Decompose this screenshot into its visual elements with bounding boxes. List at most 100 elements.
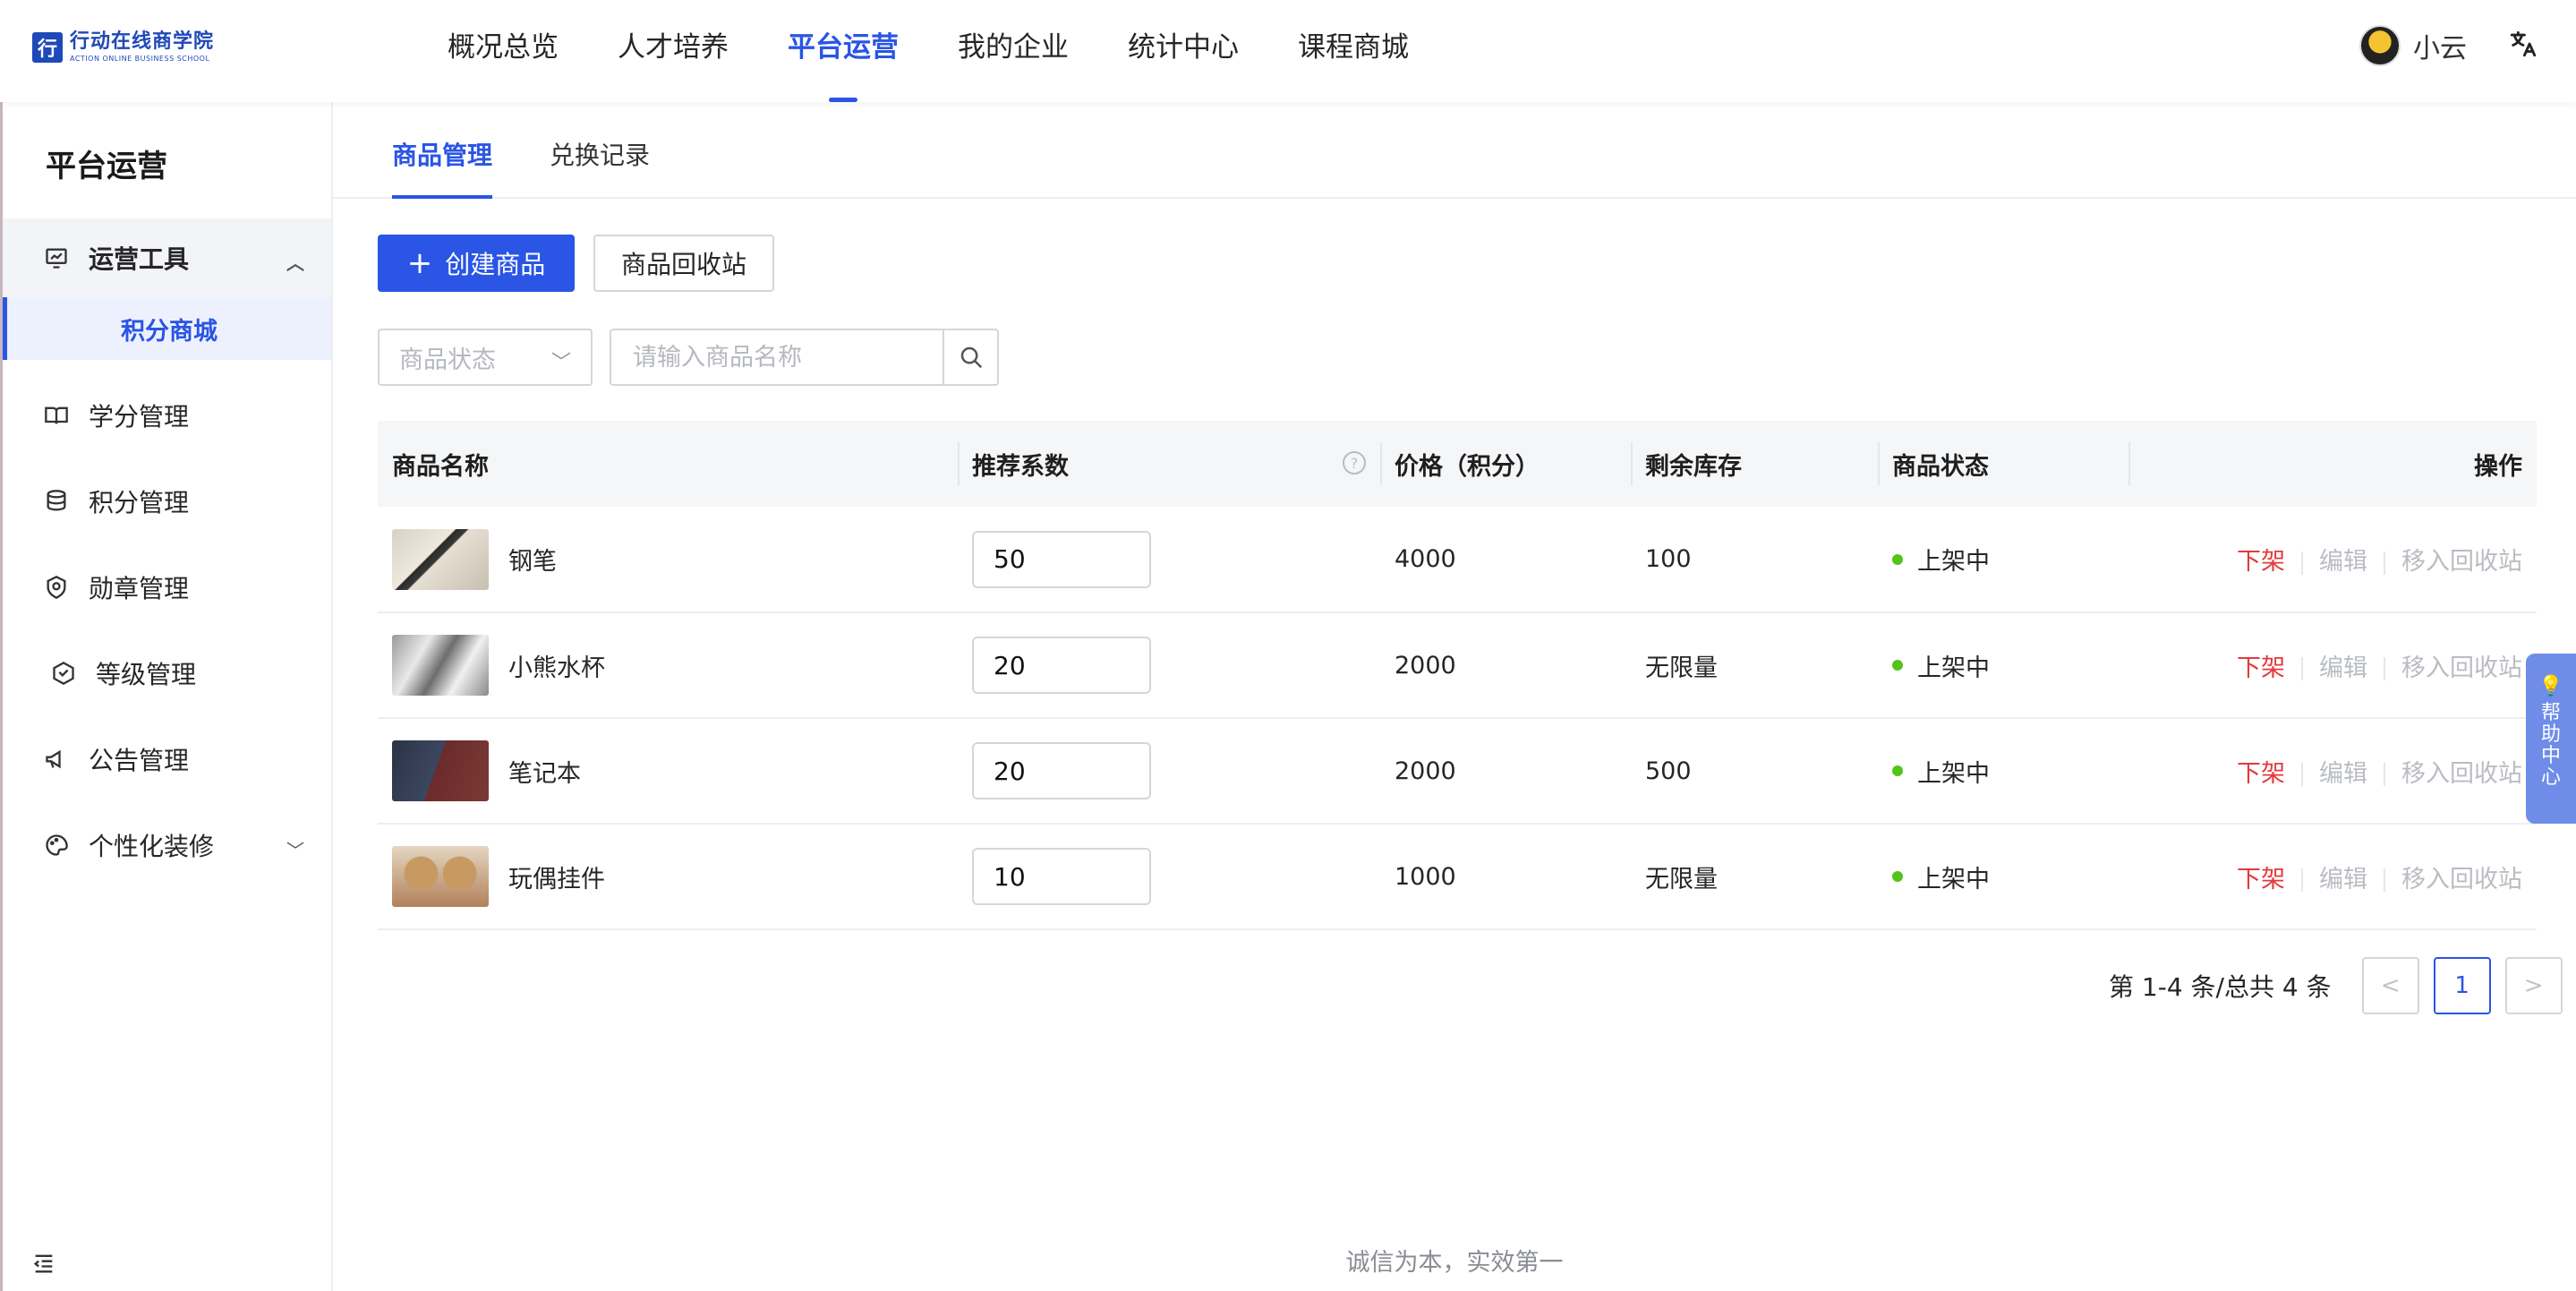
product-name: 钢笔 xyxy=(508,548,557,576)
col-price: 价格（积分） xyxy=(1380,421,1631,507)
status-dot xyxy=(1892,871,1903,882)
chevron-up-icon: ︿ xyxy=(286,252,304,274)
offline-button[interactable]: 下架 xyxy=(2237,548,2285,576)
user-menu[interactable]: 小云 xyxy=(2359,25,2467,66)
sidebar-item-credits[interactable]: 学分管理 xyxy=(3,372,331,458)
coef-input[interactable] xyxy=(972,848,1151,905)
sidebar-item-levels[interactable]: 等级管理 xyxy=(3,630,331,716)
nav-talent[interactable]: 人才培养 xyxy=(618,0,729,102)
status-dot xyxy=(1892,553,1903,565)
sidebar-item-announcements[interactable]: 公告管理 xyxy=(3,716,331,802)
create-product-button[interactable]: + 创建商品 xyxy=(378,235,575,292)
user-name: 小云 xyxy=(2413,33,2467,64)
next-page-button[interactable]: > xyxy=(2504,957,2563,1014)
table-row: 钢笔 4000 100 上架中 下架 编辑 移入回收站 xyxy=(378,507,2537,612)
product-thumbnail xyxy=(392,740,489,801)
status-text: 上架中 xyxy=(1917,759,1990,788)
pagination-info: 第 1-4 条/总共 4 条 xyxy=(2109,972,2332,1002)
coef-input[interactable] xyxy=(972,530,1151,588)
megaphone-icon xyxy=(44,747,69,772)
sidebar-item-ops-tools[interactable]: 运营工具 ︿ xyxy=(3,218,331,297)
offline-button[interactable]: 下架 xyxy=(2237,866,2285,893)
edit-button[interactable]: 编辑 xyxy=(2319,760,2367,788)
avatar xyxy=(2359,25,2401,66)
page-1-button[interactable]: 1 xyxy=(2433,957,2491,1014)
logo-subtitle: ACTION ONLINE BUSINESS SCHOOL xyxy=(70,55,210,63)
col-stock: 剩余库存 xyxy=(1631,421,1878,507)
sidebar-item-label: 学分管理 xyxy=(89,402,190,432)
logo-title: 行动在线商学院 xyxy=(70,30,215,53)
sidebar-menu: 运营工具 ︿ 积分商城 学分管理 积分管理 勋章管理 等级管理 公告管理 个性化… xyxy=(3,218,331,888)
price: 2000 xyxy=(1395,757,1456,785)
lightbulb-icon: 💡 xyxy=(2538,675,2563,697)
stock: 无限量 xyxy=(1645,865,1718,893)
product-table: 商品名称 推荐系数? 价格（积分） 剩余库存 商品状态 操作 钢笔 4000 1… xyxy=(378,421,2537,930)
move-to-recycle-button[interactable]: 移入回收站 xyxy=(2401,548,2522,576)
sidebar-title: 平台运营 xyxy=(46,149,167,184)
offline-button[interactable]: 下架 xyxy=(2237,760,2285,788)
logo[interactable]: 行 行动在线商学院 ACTION ONLINE BUSINESS SCHOOL xyxy=(32,32,214,63)
edit-button[interactable]: 编辑 xyxy=(2319,548,2367,576)
sidebar-item-label: 个性化装修 xyxy=(89,832,215,861)
move-to-recycle-button[interactable]: 移入回收站 xyxy=(2401,760,2522,788)
tab-redeem-records[interactable]: 兑换记录 xyxy=(550,136,650,172)
sidebar-item-medals[interactable]: 勋章管理 xyxy=(3,544,331,630)
search-box xyxy=(610,329,999,386)
prev-page-button[interactable]: < xyxy=(2361,957,2419,1014)
help-center-button[interactable]: 💡 帮助中心 xyxy=(2526,654,2576,824)
level-shield-icon xyxy=(51,661,76,686)
price: 4000 xyxy=(1395,545,1456,573)
nav-course-mall[interactable]: 课程商城 xyxy=(1298,0,1409,102)
top-navbar: 行 行动在线商学院 ACTION ONLINE BUSINESS SCHOOL … xyxy=(0,0,2576,102)
tab-indicator xyxy=(392,195,492,199)
sidebar-item-label: 勋章管理 xyxy=(89,574,190,603)
edit-button[interactable]: 编辑 xyxy=(2319,654,2367,682)
coef-input[interactable] xyxy=(972,637,1151,694)
col-status: 商品状态 xyxy=(1878,421,2128,507)
search-icon[interactable] xyxy=(943,330,997,384)
product-name: 玩偶挂件 xyxy=(508,865,605,893)
move-to-recycle-button[interactable]: 移入回收站 xyxy=(2401,866,2522,893)
collapse-sidebar-icon[interactable] xyxy=(31,1251,56,1282)
col-actions: 操作 xyxy=(2128,421,2537,507)
product-thumbnail xyxy=(392,846,489,907)
book-icon xyxy=(44,403,69,428)
status-dot xyxy=(1892,660,1903,671)
product-thumbnail xyxy=(392,635,489,696)
stock: 无限量 xyxy=(1645,654,1718,682)
nav-stats[interactable]: 统计中心 xyxy=(1128,0,1239,102)
status-text: 上架中 xyxy=(1917,865,1990,893)
plus-icon: + xyxy=(406,245,433,281)
sidebar-item-points[interactable]: 积分管理 xyxy=(3,458,331,544)
nav-my-company[interactable]: 我的企业 xyxy=(958,0,1069,102)
offline-button[interactable]: 下架 xyxy=(2237,654,2285,682)
status-dot xyxy=(1892,765,1903,776)
table-row: 笔记本 2000 500 上架中 下架 编辑 移入回收站 xyxy=(378,718,2537,824)
question-icon[interactable]: ? xyxy=(1343,451,1366,475)
price: 2000 xyxy=(1395,651,1456,680)
sidebar-item-label: 积分管理 xyxy=(89,488,190,517)
nav-platform-ops[interactable]: 平台运营 xyxy=(788,0,899,102)
coin-stack-icon xyxy=(44,489,69,514)
product-thumbnail xyxy=(392,528,489,590)
edit-button[interactable]: 编辑 xyxy=(2319,866,2367,893)
translate-icon[interactable] xyxy=(2508,29,2538,66)
tab-product-manage[interactable]: 商品管理 xyxy=(392,136,492,172)
product-name: 笔记本 xyxy=(508,759,581,788)
status-select[interactable]: 商品状态 ﹀ xyxy=(378,329,593,386)
main-content: 商品管理 兑换记录 + 创建商品 商品回收站 商品状态 ﹀ 商品名称 推荐系数?… xyxy=(333,102,2576,1291)
chart-monitor-icon xyxy=(44,245,69,270)
recycle-bin-button[interactable]: 商品回收站 xyxy=(593,235,774,292)
help-center-label: 帮助中心 xyxy=(2540,702,2561,789)
coef-input[interactable] xyxy=(972,742,1151,799)
chevron-down-icon: ﹀ xyxy=(550,352,571,374)
sidebar-item-points-mall[interactable]: 积分商城 xyxy=(3,297,331,360)
search-input[interactable] xyxy=(611,330,943,384)
nav-overview[interactable]: 概况总览 xyxy=(448,0,559,102)
tab-bar: 商品管理 兑换记录 xyxy=(333,102,2576,199)
sidebar: 平台运营 运营工具 ︿ 积分商城 学分管理 积分管理 勋章管理 等级管理 公告管… xyxy=(3,102,333,1291)
move-to-recycle-button[interactable]: 移入回收站 xyxy=(2401,654,2522,682)
sidebar-item-customize[interactable]: 个性化装修 ﹀ xyxy=(3,802,331,888)
pagination: 第 1-4 条/总共 4 条 < 1 > xyxy=(2109,957,2563,1014)
stock: 100 xyxy=(1645,545,1692,573)
